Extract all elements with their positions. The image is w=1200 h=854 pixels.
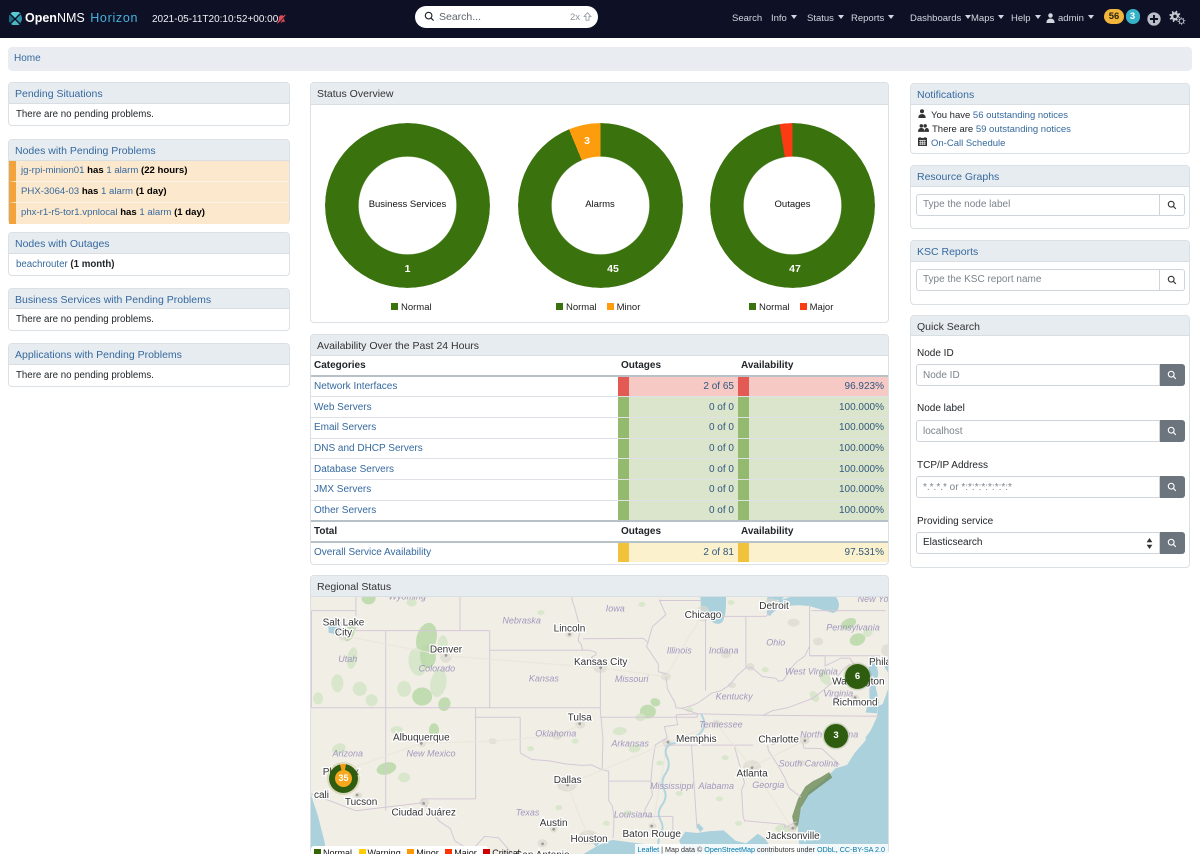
svg-text:Oklahoma: Oklahoma — [535, 728, 576, 738]
svg-text:Arizona: Arizona — [332, 748, 364, 758]
svg-text:Memphis: Memphis — [676, 734, 717, 745]
svg-text:Missouri: Missouri — [615, 674, 650, 684]
svg-text:Colorado: Colorado — [419, 663, 456, 673]
svg-text:Georgia: Georgia — [752, 780, 784, 790]
svg-text:Austin: Austin — [540, 818, 568, 829]
svg-text:Charlotte: Charlotte — [758, 734, 799, 745]
svg-text:Philadelphia: Philadelphia — [869, 657, 888, 668]
svg-text:Houston: Houston — [570, 834, 607, 845]
svg-text:Pennsylvania: Pennsylvania — [826, 622, 880, 632]
svg-text:Wyoming: Wyoming — [388, 597, 426, 601]
svg-text:Kansas: Kansas — [529, 673, 560, 683]
svg-text:Illinois: Illinois — [667, 645, 693, 655]
svg-text:Louisiana: Louisiana — [614, 809, 653, 819]
svg-text:Chicago: Chicago — [685, 610, 722, 621]
svg-text:Tulsa: Tulsa — [568, 712, 593, 723]
svg-text:Iowa: Iowa — [606, 603, 625, 613]
svg-text:Lincoln: Lincoln — [554, 623, 586, 634]
svg-text:Kentucky: Kentucky — [716, 691, 754, 701]
svg-text:Denver: Denver — [430, 644, 463, 655]
svg-text:New Mexico: New Mexico — [406, 748, 455, 758]
svg-text:Ciudad Juárez: Ciudad Juárez — [391, 807, 455, 818]
svg-text:South Carolina: South Carolina — [779, 758, 839, 768]
svg-text:Albuquerque: Albuquerque — [393, 732, 450, 743]
svg-text:Tennessee: Tennessee — [699, 719, 743, 729]
svg-text:Alabama: Alabama — [698, 781, 735, 791]
svg-text:Texas: Texas — [516, 807, 540, 817]
svg-text:Ohio: Ohio — [766, 637, 785, 647]
svg-text:West Virginia: West Virginia — [785, 666, 838, 676]
svg-text:Indiana: Indiana — [709, 645, 739, 655]
svg-text:City: City — [335, 627, 352, 638]
svg-text:Mississippi: Mississippi — [650, 781, 695, 791]
svg-text:Baton Rouge: Baton Rouge — [623, 829, 682, 840]
svg-text:New York: New York — [858, 597, 888, 604]
svg-text:Richmond: Richmond — [833, 697, 878, 708]
svg-text:Arkansas: Arkansas — [610, 738, 649, 748]
svg-text:Dallas: Dallas — [554, 775, 582, 786]
svg-text:Kansas City: Kansas City — [574, 656, 627, 667]
svg-text:Utah: Utah — [338, 654, 357, 664]
svg-text:cali: cali — [314, 790, 329, 801]
svg-text:Nebraska: Nebraska — [502, 615, 541, 625]
svg-text:Virginia: Virginia — [823, 688, 853, 698]
svg-text:Atlanta: Atlanta — [737, 768, 769, 779]
svg-text:Jacksonville: Jacksonville — [766, 831, 820, 842]
svg-text:Tucson: Tucson — [345, 797, 377, 808]
svg-text:Detroit: Detroit — [759, 600, 789, 611]
